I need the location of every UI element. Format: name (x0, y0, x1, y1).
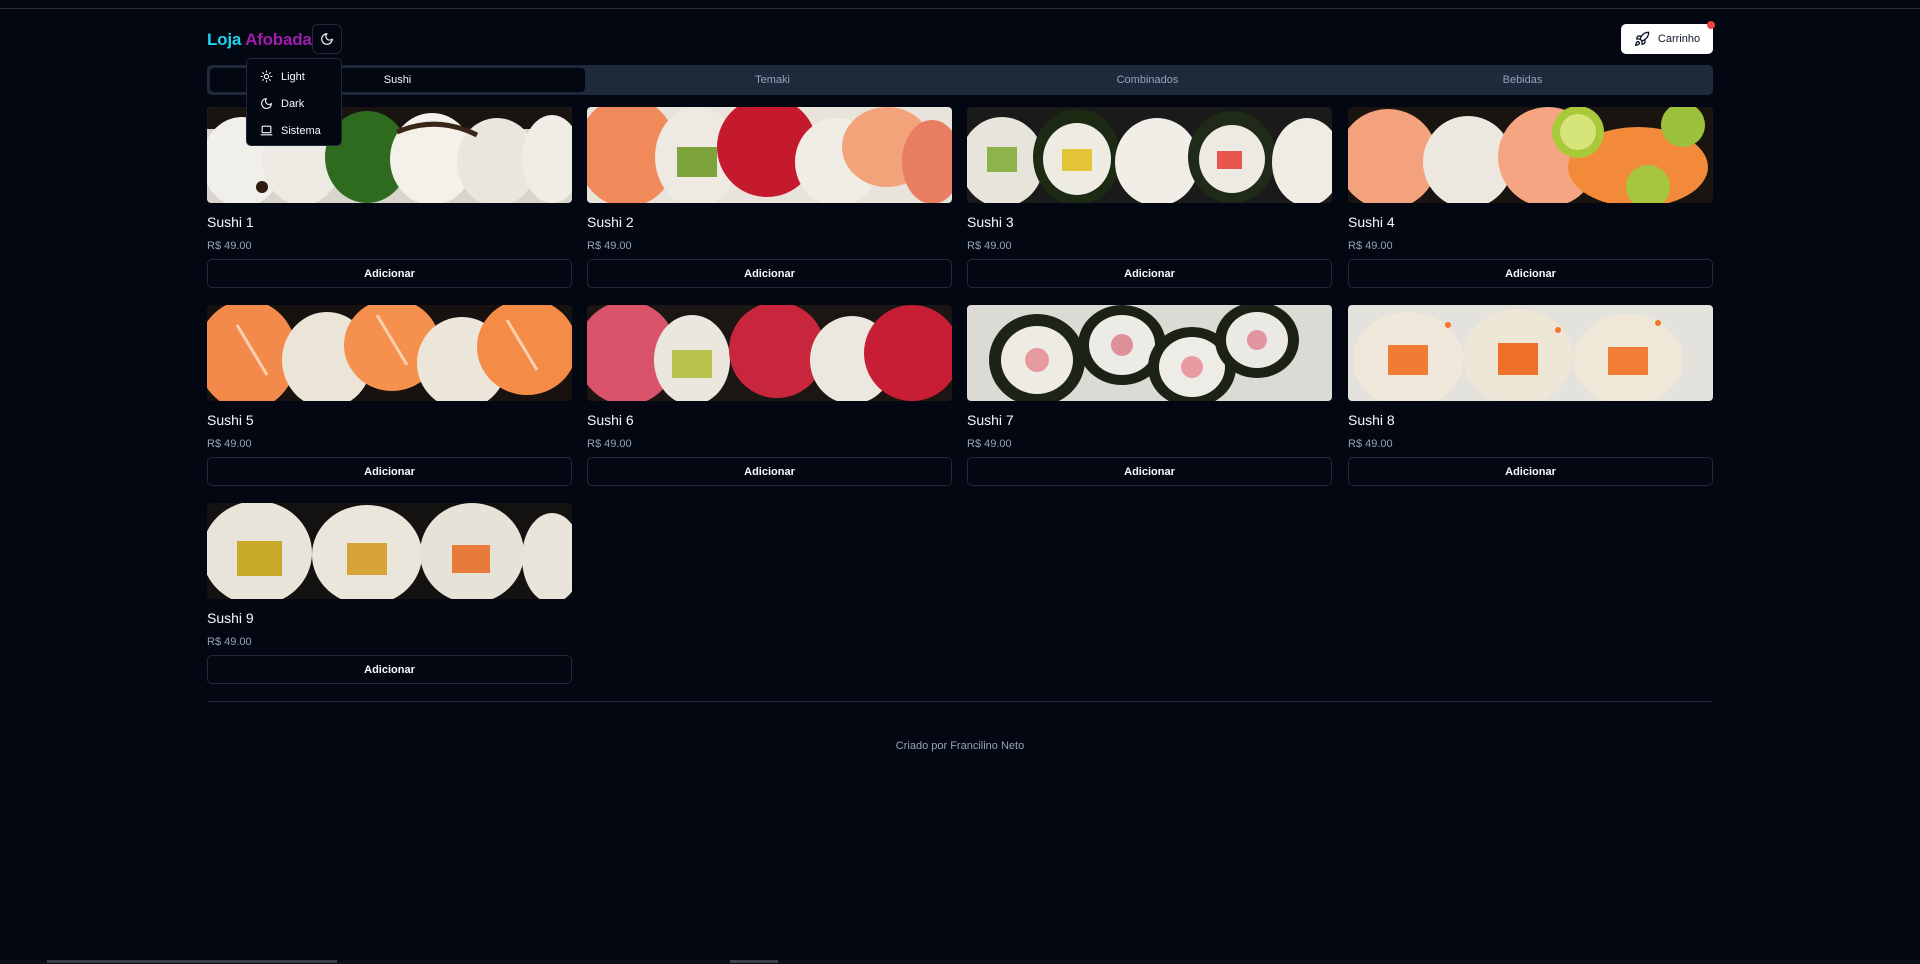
product-image (1348, 305, 1713, 401)
add-to-cart-button[interactable]: Adicionar (967, 457, 1332, 486)
product-card: Sushi 3 R$ 49.00 Adicionar (967, 107, 1332, 290)
product-image (967, 305, 1332, 401)
product-card: Sushi 6 R$ 49.00 Adicionar (587, 305, 952, 488)
product-name: Sushi 9 (207, 610, 254, 626)
theme-toggle-button[interactable] (312, 24, 342, 54)
product-name: Sushi 1 (207, 214, 254, 230)
scrollbar-marker (730, 960, 778, 963)
product-card: Sushi 4 R$ 49.00 Adicionar (1348, 107, 1713, 290)
cart-label: Carrinho (1657, 33, 1701, 45)
product-card: Sushi 8 R$ 49.00 Adicionar (1348, 305, 1713, 488)
brand-name-part2: Afobada (245, 30, 312, 49)
footer-credit: Criado por Francilino Neto (895, 740, 1025, 752)
footer-divider (207, 701, 1713, 702)
theme-dropdown-menu: Light Dark Sistema (246, 58, 342, 146)
theme-option-dark[interactable]: Dark (251, 90, 337, 117)
product-price: R$ 49.00 (587, 240, 632, 252)
theme-option-label: Light (281, 70, 305, 83)
moon-icon (261, 98, 272, 109)
tab-temaki[interactable]: Temaki (585, 68, 960, 92)
product-name: Sushi 4 (1348, 214, 1395, 230)
product-price: R$ 49.00 (1348, 240, 1393, 252)
product-name: Sushi 6 (587, 412, 634, 428)
theme-option-system[interactable]: Sistema (251, 117, 337, 144)
product-image (207, 305, 572, 401)
theme-option-label: Sistema (281, 124, 321, 137)
product-price: R$ 49.00 (967, 438, 1012, 450)
product-price: R$ 49.00 (1348, 438, 1393, 450)
product-card: Sushi 7 R$ 49.00 Adicionar (967, 305, 1332, 488)
product-price: R$ 49.00 (207, 636, 252, 648)
sun-icon (260, 70, 273, 83)
add-to-cart-button[interactable]: Adicionar (207, 655, 572, 684)
brand-logo[interactable]: Loja Afobada (207, 30, 312, 50)
category-tabs: Sushi Temaki Combinados Bebidas (207, 65, 1713, 95)
product-card: Sushi 5 R$ 49.00 Adicionar (207, 305, 572, 488)
product-price: R$ 49.00 (967, 240, 1012, 252)
tab-combinados[interactable]: Combinados (960, 68, 1335, 92)
laptop-icon (260, 125, 273, 136)
header: Loja Afobada Carrinho (207, 21, 1715, 54)
product-image (1348, 107, 1713, 203)
product-name: Sushi 5 (207, 412, 254, 428)
add-to-cart-button[interactable]: Adicionar (587, 259, 952, 288)
add-to-cart-button[interactable]: Adicionar (1348, 259, 1713, 288)
brand-name-part1: Loja (207, 30, 242, 49)
window-top-border (0, 8, 1920, 9)
add-to-cart-button[interactable]: Adicionar (207, 457, 572, 486)
cart-badge (1707, 21, 1715, 29)
theme-option-label: Dark (281, 97, 305, 110)
theme-option-light[interactable]: Light (251, 63, 337, 90)
product-name: Sushi 2 (587, 214, 634, 230)
product-price: R$ 49.00 (207, 438, 252, 450)
product-card: Sushi 2 R$ 49.00 Adicionar (587, 107, 952, 290)
product-name: Sushi 3 (967, 214, 1014, 230)
product-image (207, 503, 572, 599)
scrollbar-thumb[interactable] (47, 960, 337, 963)
product-name: Sushi 8 (1348, 412, 1395, 428)
rocket-icon (1634, 31, 1650, 46)
product-image (967, 107, 1332, 203)
product-price: R$ 49.00 (207, 240, 252, 252)
add-to-cart-button[interactable]: Adicionar (1348, 457, 1713, 486)
product-image (587, 305, 952, 401)
add-to-cart-button[interactable]: Adicionar (967, 259, 1332, 288)
add-to-cart-button[interactable]: Adicionar (207, 259, 572, 288)
product-price: R$ 49.00 (587, 438, 632, 450)
add-to-cart-button[interactable]: Adicionar (587, 457, 952, 486)
product-image (587, 107, 952, 203)
horizontal-scrollbar[interactable] (0, 960, 1920, 964)
cart-button[interactable]: Carrinho (1621, 21, 1715, 54)
moon-icon (321, 33, 333, 45)
product-card: Sushi 9 R$ 49.00 Adicionar (207, 503, 572, 686)
product-name: Sushi 7 (967, 412, 1014, 428)
tab-bebidas[interactable]: Bebidas (1335, 68, 1710, 92)
